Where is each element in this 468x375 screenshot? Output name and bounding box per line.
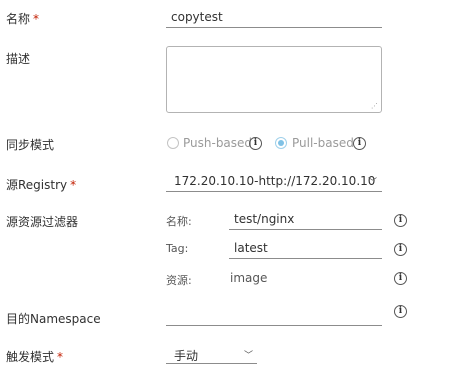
source-filter-label: 源资源过滤器 bbox=[6, 215, 79, 229]
required-marker: * bbox=[33, 12, 40, 26]
source-registry-select[interactable]: 172.20.10.10-http://172.20.10.10 ﹀ bbox=[166, 170, 382, 192]
info-circle-icon[interactable]: i bbox=[394, 305, 407, 318]
description-textarea[interactable]: ⋰ bbox=[166, 46, 382, 113]
filter-tag-label: Tag: bbox=[166, 242, 189, 255]
resize-grip-icon[interactable]: ⋰ bbox=[371, 102, 378, 110]
name-input[interactable] bbox=[166, 6, 382, 28]
filter-name-input[interactable] bbox=[229, 208, 382, 230]
chevron-down-icon: ﹀ bbox=[368, 178, 378, 188]
push-based-radio[interactable] bbox=[167, 137, 179, 149]
info-circle-icon[interactable]: i bbox=[394, 214, 407, 227]
dest-namespace-label: 目的Namespace bbox=[6, 312, 101, 326]
info-circle-icon[interactable]: i bbox=[394, 272, 407, 285]
push-based-label: Push-based bbox=[183, 136, 253, 150]
pull-based-radio[interactable] bbox=[275, 137, 287, 149]
source-registry-label: 源Registry * bbox=[6, 178, 77, 192]
filter-resource-value: image bbox=[230, 271, 268, 285]
name-label: 名称 * bbox=[6, 12, 40, 26]
trigger-mode-value: 手动 bbox=[174, 349, 199, 363]
filter-resource-label: 资源: bbox=[166, 274, 192, 287]
source-registry-value: 172.20.10.10-http://172.20.10.10 bbox=[174, 174, 376, 188]
info-circle-icon[interactable]: i bbox=[249, 137, 262, 150]
filter-name-label: 名称: bbox=[166, 215, 192, 228]
dest-namespace-input[interactable] bbox=[166, 304, 382, 326]
pull-based-label: Pull-based bbox=[292, 136, 354, 150]
trigger-mode-select[interactable]: 手动 ﹀ bbox=[166, 342, 257, 364]
info-circle-icon[interactable]: i bbox=[353, 137, 366, 150]
trigger-mode-label: 触发模式 * bbox=[6, 350, 64, 364]
chevron-down-icon: ﹀ bbox=[244, 351, 254, 361]
filter-tag-input[interactable] bbox=[229, 237, 382, 259]
info-circle-icon[interactable]: i bbox=[394, 243, 407, 256]
required-marker: * bbox=[70, 178, 77, 192]
sync-mode-label: 同步模式 bbox=[6, 138, 55, 152]
required-marker: * bbox=[57, 350, 64, 364]
description-label: 描述 bbox=[6, 52, 31, 66]
